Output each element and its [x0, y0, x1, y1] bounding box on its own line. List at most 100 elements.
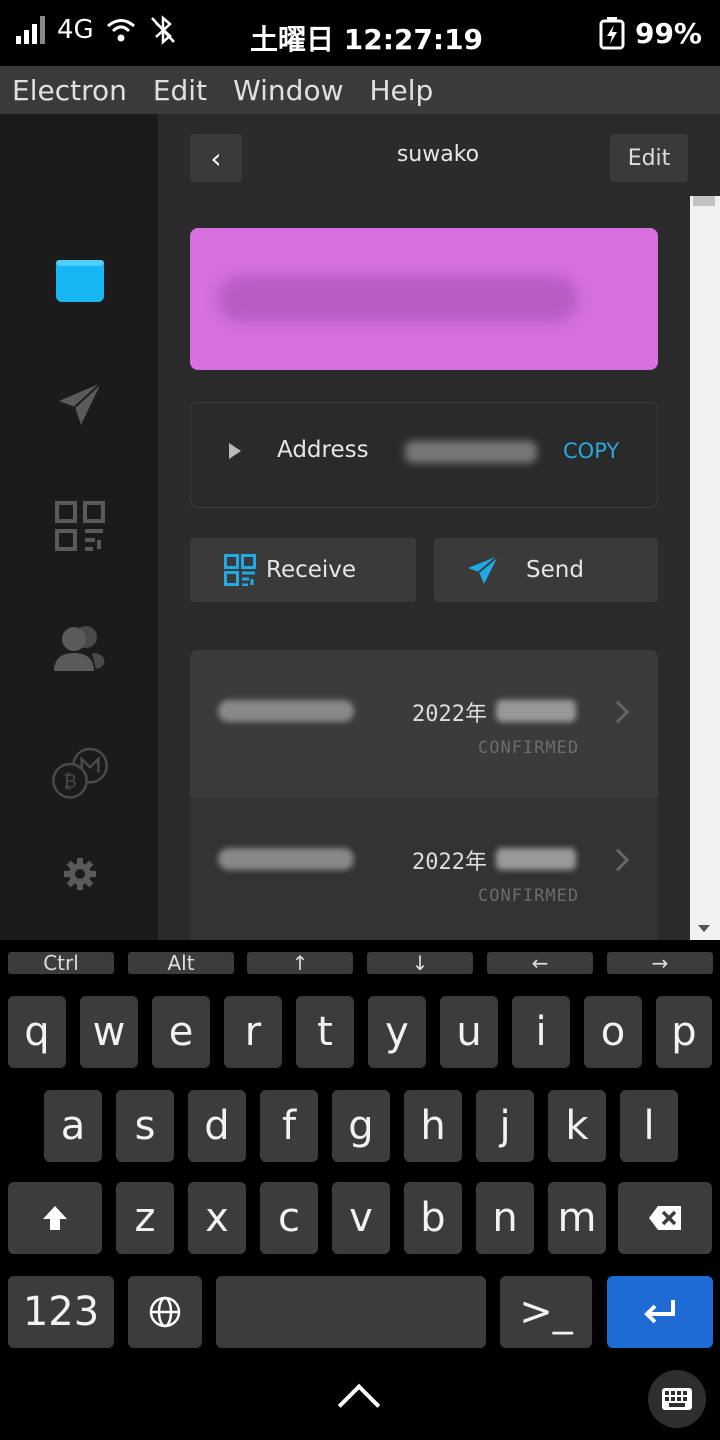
qr-icon: [55, 501, 105, 551]
key-g[interactable]: g: [332, 1090, 390, 1162]
key-t[interactable]: t: [296, 996, 354, 1068]
backspace-icon: [649, 1206, 681, 1230]
amount-redacted: [218, 848, 354, 870]
key-l[interactable]: l: [620, 1090, 678, 1162]
battery-level: 99%: [634, 16, 702, 50]
scrollbar[interactable]: [690, 196, 720, 940]
enter-key[interactable]: [607, 1276, 713, 1348]
key-h[interactable]: h: [404, 1090, 462, 1162]
date-redacted: [496, 848, 576, 870]
sidebar-item-receive[interactable]: [50, 496, 110, 556]
transaction-status: CONFIRMED: [478, 738, 580, 758]
key-k[interactable]: k: [548, 1090, 606, 1162]
balance-card: [190, 228, 658, 370]
transaction-date: 2022年: [412, 702, 487, 727]
network-type: 4G: [57, 15, 94, 45]
wallet-icon: [56, 260, 104, 302]
key-q[interactable]: q: [8, 996, 66, 1068]
balance-redacted: [218, 276, 578, 322]
chevron-right-icon: [606, 700, 630, 724]
backspace-key[interactable]: [618, 1182, 712, 1254]
send-icon: [59, 382, 102, 425]
navigation-bar: [0, 1360, 720, 1440]
terminal-key[interactable]: >_: [500, 1276, 592, 1348]
clock: 土曜日 12:27:19: [250, 23, 484, 56]
send-button[interactable]: Send: [434, 538, 658, 602]
status-right: 99%: [599, 16, 702, 50]
sidebar: ₿: [0, 114, 158, 940]
copy-address-button[interactable]: COPY: [563, 439, 619, 463]
coins-icon: ₿: [52, 747, 108, 799]
keyboard-icon: [662, 1388, 692, 1410]
menu-edit[interactable]: Edit: [153, 74, 207, 107]
sidebar-item-send[interactable]: [50, 374, 110, 434]
key-y[interactable]: y: [368, 996, 426, 1068]
status-bar: 4G 土曜日 12:27:19 99%: [0, 0, 720, 66]
key-ctrl[interactable]: Ctrl: [8, 951, 114, 975]
key-j[interactable]: j: [476, 1090, 534, 1162]
space-key[interactable]: [216, 1276, 486, 1348]
receive-button[interactable]: Receive: [190, 538, 416, 602]
menu-bar: Electron Edit Window Help: [0, 66, 720, 114]
receive-label: Receive: [266, 557, 357, 583]
key-w[interactable]: w: [80, 996, 138, 1068]
amount-redacted: [218, 700, 354, 722]
keyboard-toggle-button[interactable]: [648, 1370, 706, 1428]
key-u[interactable]: u: [440, 996, 498, 1068]
sidebar-item-settings[interactable]: [50, 844, 110, 904]
chevron-up-icon[interactable]: [337, 1383, 381, 1427]
edit-button[interactable]: Edit: [610, 134, 688, 182]
scrollbar-thumb[interactable]: [693, 196, 715, 206]
chevron-right-icon: [606, 848, 630, 872]
menu-help[interactable]: Help: [369, 74, 433, 107]
key-b[interactable]: b: [404, 1182, 462, 1254]
sidebar-item-contacts[interactable]: [50, 618, 110, 678]
key-arrow-right[interactable]: →: [607, 951, 713, 975]
key-z[interactable]: z: [116, 1182, 174, 1254]
key-i[interactable]: i: [512, 996, 570, 1068]
sidebar-item-coins[interactable]: ₿: [50, 744, 110, 804]
key-e[interactable]: e: [152, 996, 210, 1068]
key-x[interactable]: x: [188, 1182, 246, 1254]
menu-window[interactable]: Window: [233, 74, 343, 107]
address-redacted: [405, 441, 537, 463]
key-o[interactable]: o: [584, 996, 642, 1068]
key-d[interactable]: d: [188, 1090, 246, 1162]
shift-key[interactable]: [8, 1182, 102, 1254]
key-m[interactable]: m: [548, 1182, 606, 1254]
transaction-row[interactable]: 2022年 CONFIRMED: [190, 798, 658, 940]
svg-text:₿: ₿: [63, 771, 77, 792]
scroll-down-arrow-icon[interactable]: [698, 925, 710, 932]
key-c[interactable]: c: [260, 1182, 318, 1254]
key-arrow-down[interactable]: ↓: [367, 951, 473, 975]
transaction-status: CONFIRMED: [478, 886, 580, 906]
sidebar-item-wallets[interactable]: [50, 250, 110, 310]
wifi-icon: [106, 19, 135, 42]
key-n[interactable]: n: [476, 1182, 534, 1254]
key-r[interactable]: r: [224, 996, 282, 1068]
transaction-date: 2022年: [412, 850, 487, 875]
settings-icon: [64, 858, 96, 890]
key-f[interactable]: f: [260, 1090, 318, 1162]
date-redacted: [496, 700, 576, 722]
shift-icon: [43, 1206, 67, 1230]
qr-icon: [224, 554, 256, 586]
transaction-row[interactable]: 2022年 CONFIRMED: [190, 650, 658, 798]
language-key[interactable]: [128, 1276, 202, 1348]
enter-icon: [644, 1300, 675, 1324]
key-alt[interactable]: Alt: [128, 951, 234, 975]
send-label: Send: [526, 557, 584, 583]
key-a[interactable]: a: [44, 1090, 102, 1162]
menu-electron[interactable]: Electron: [12, 74, 127, 107]
expand-triangle-icon[interactable]: [229, 443, 241, 459]
key-v[interactable]: v: [332, 1182, 390, 1254]
transaction-list: 2022年 CONFIRMED 2022年 CONFIRMED: [190, 650, 658, 940]
bluetooth-off-icon: [150, 15, 175, 45]
numbers-key[interactable]: 123: [8, 1276, 114, 1348]
key-s[interactable]: s: [116, 1090, 174, 1162]
status-left: 4G: [16, 14, 178, 46]
key-p[interactable]: p: [656, 996, 712, 1068]
key-arrow-up[interactable]: ↑: [247, 951, 353, 975]
battery-charging-icon: [599, 17, 625, 50]
key-arrow-left[interactable]: ←: [487, 951, 593, 975]
